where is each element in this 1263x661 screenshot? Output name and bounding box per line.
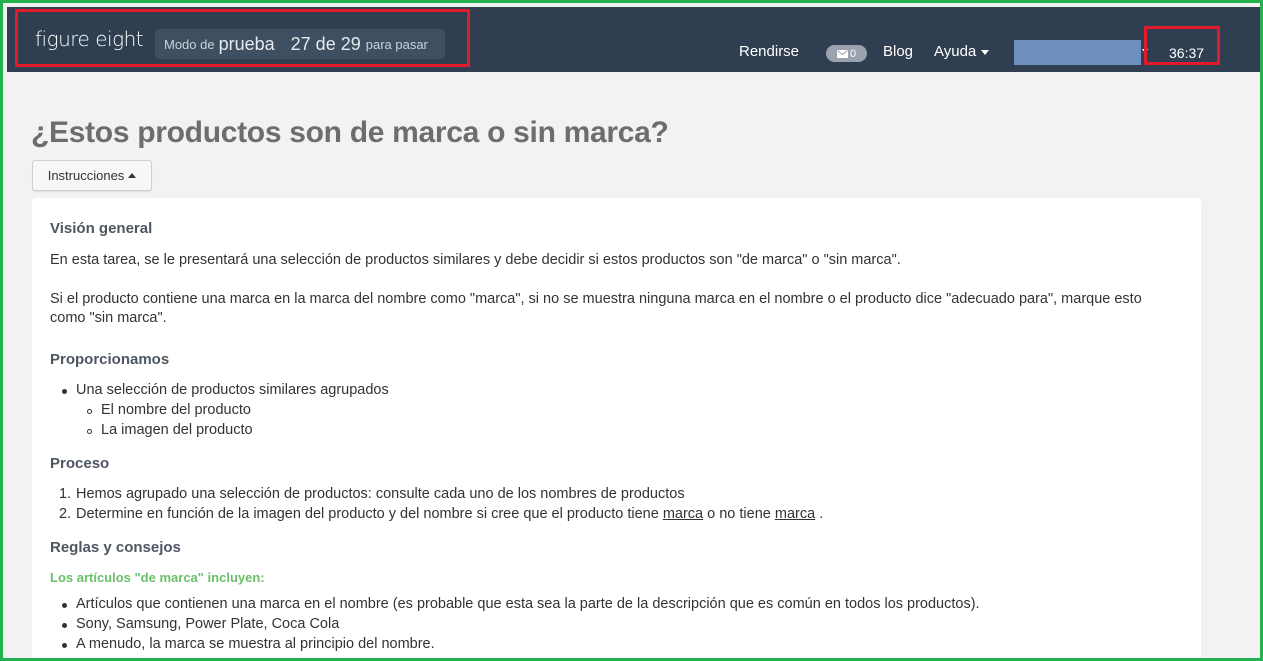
provide-item: Una selección de productos similares agr… bbox=[76, 382, 389, 398]
process-step-2-text: Determine en función de la imagen del pr… bbox=[76, 506, 659, 522]
process-step-1: Hemos agrupado una selección de producto… bbox=[76, 486, 685, 502]
provide-subitem-image: La imagen del producto bbox=[101, 422, 253, 438]
list-number: 1. bbox=[59, 486, 72, 502]
help-menu[interactable]: Ayuda bbox=[934, 43, 990, 60]
user-account-menu[interactable] bbox=[1014, 40, 1141, 65]
branded-rule-3: A menudo, la marca se muestra al princip… bbox=[76, 636, 435, 652]
overview-paragraph-2: Si el producto contiene una marca en la … bbox=[50, 291, 1142, 326]
branded-term-link: marca bbox=[662, 506, 704, 522]
page-title: ¿Estos productos son de marca o sin marc… bbox=[31, 116, 669, 149]
branded-rule-2: Sony, Samsung, Power Plate, Coca Cola bbox=[76, 616, 340, 632]
list-number: 2. bbox=[59, 506, 72, 522]
envelope-icon bbox=[836, 49, 848, 58]
help-label: Ayuda bbox=[934, 43, 977, 60]
chevron-up-icon bbox=[128, 173, 137, 178]
branded-subheading: Los artículos "de marca" incluyen: bbox=[50, 570, 265, 585]
branded-rule-1: Artículos que contienen una marca en el … bbox=[76, 596, 980, 612]
unbranded-term-link: marca bbox=[774, 506, 816, 522]
surrender-link[interactable]: Rendirse bbox=[739, 43, 799, 60]
overview-heading: Visión general bbox=[50, 220, 153, 237]
bullet-ring bbox=[87, 429, 92, 434]
instructions-panel: Visión general En esta tarea, se le pres… bbox=[32, 198, 1201, 658]
bullet-dot bbox=[62, 389, 67, 394]
bullet-ring bbox=[87, 409, 92, 414]
blog-link[interactable]: Blog bbox=[883, 43, 913, 60]
provide-subitem-name: El nombre del producto bbox=[101, 402, 251, 418]
process-step-2: Determine en función de la imagen del pr… bbox=[76, 506, 823, 522]
bullet-dot bbox=[62, 623, 67, 628]
process-step-2-text-mid: o no tiene bbox=[707, 506, 771, 522]
rules-heading: Reglas y consejos bbox=[50, 539, 181, 556]
screenshot-frame: figure eight Modo de prueba 27 de 29 par… bbox=[0, 0, 1263, 661]
bullet-dot bbox=[62, 603, 67, 608]
messages-count: 0 bbox=[849, 47, 857, 60]
process-heading: Proceso bbox=[50, 455, 110, 472]
chevron-down-icon bbox=[981, 49, 990, 55]
instructions-toggle-button[interactable]: Instrucciones bbox=[32, 160, 152, 191]
bullet-dot bbox=[62, 643, 67, 648]
overview-paragraph-1: En esta tarea, se le presentará una sele… bbox=[50, 252, 901, 268]
highlight-box-timer bbox=[1144, 26, 1220, 65]
provide-heading: Proporcionamos bbox=[50, 351, 170, 368]
process-step-2-end: . bbox=[819, 506, 824, 522]
messages-button[interactable]: 0 bbox=[826, 45, 867, 62]
instructions-button-label: Instrucciones bbox=[47, 168, 125, 183]
highlight-box-mode bbox=[15, 9, 470, 67]
